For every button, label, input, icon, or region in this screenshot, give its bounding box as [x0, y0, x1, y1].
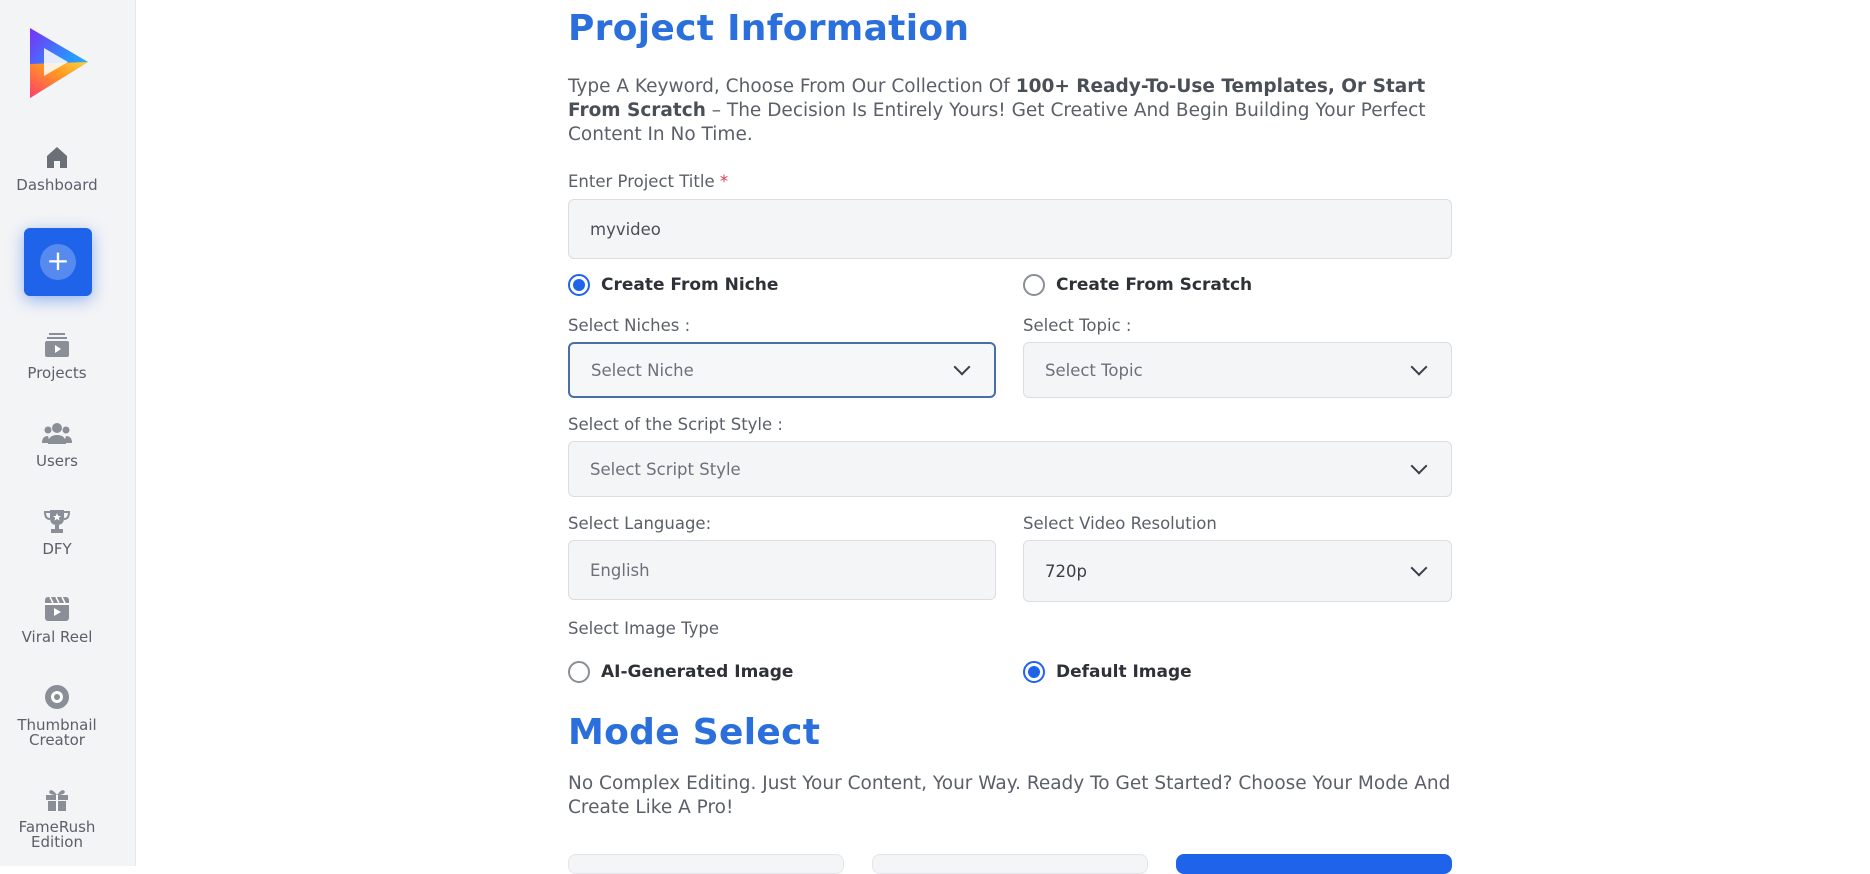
mode-card-3[interactable] — [1176, 854, 1452, 874]
sidebar-item-label: Projects — [27, 364, 87, 382]
chevron-down-icon — [953, 358, 971, 376]
thumbnail-icon — [45, 685, 69, 709]
project-title-input[interactable]: myvideo — [568, 199, 1452, 259]
sidebar-item-users[interactable]: Users — [0, 418, 114, 469]
sidebar-item-viral-reel[interactable]: Viral Reel — [0, 594, 114, 645]
select-script-style-value: Select Script Style — [590, 459, 741, 479]
sidebar-item-label: Dashboard — [16, 176, 98, 194]
radio-selected-indicator — [568, 274, 590, 296]
video-resolution-dropdown[interactable]: 720p — [1023, 540, 1452, 602]
sidebar-item-label: DFY — [42, 540, 72, 558]
select-topic-label: Select Topic : — [1023, 316, 1132, 335]
sidebar-item-label: Users — [35, 452, 78, 470]
gift-icon — [46, 790, 68, 811]
create-from-scratch-label: Create From Scratch — [1056, 275, 1253, 295]
select-niche-value: Select Niche — [591, 360, 694, 380]
required-mark: * — [719, 172, 729, 191]
mode-card-1[interactable] — [568, 854, 844, 874]
projects-icon — [45, 333, 69, 357]
ai-generated-image-label: AI-Generated Image — [601, 662, 794, 682]
app-logo[interactable] — [22, 24, 94, 102]
sidebar-item-projects[interactable]: Projects — [0, 330, 114, 381]
sidebar-item-label: Viral Reel — [21, 628, 93, 646]
project-information-heading: Project Information — [568, 8, 970, 49]
select-script-style-dropdown[interactable]: Select Script Style — [568, 441, 1452, 497]
users-icon — [42, 423, 72, 444]
select-topic-value: Select Topic — [1045, 360, 1143, 380]
trophy-icon — [43, 510, 71, 533]
select-language-label: Select Language: — [568, 514, 712, 533]
create-project-button[interactable]: + — [24, 228, 92, 296]
create-from-niche-label: Create From Niche — [601, 275, 779, 295]
sidebar-item-dfy[interactable]: DFY — [0, 506, 114, 557]
home-icon — [47, 147, 67, 168]
script-style-label: Select of the Script Style : — [568, 415, 783, 434]
default-image-label: Default Image — [1056, 662, 1192, 682]
chevron-down-icon — [1410, 358, 1428, 376]
mode-card-2[interactable] — [872, 854, 1148, 874]
sidebar-item-famerush-edition[interactable]: FameRush Edition — [0, 784, 114, 850]
radio-unselected-indicator — [1023, 274, 1045, 296]
radio-selected-indicator — [1023, 661, 1045, 683]
language-value: English — [590, 560, 650, 580]
chevron-down-icon — [1410, 559, 1428, 577]
create-from-niche-radio[interactable]: Create From Niche — [568, 274, 778, 296]
mode-select-description: No Complex Editing. Just Your Content, Y… — [568, 773, 1451, 818]
project-title-value: myvideo — [590, 219, 661, 239]
sidebar: Dashboard + Projects Users DFY Viral Ree… — [0, 0, 136, 866]
mode-select-heading: Mode Select — [568, 712, 821, 753]
sidebar-item-dashboard[interactable]: Dashboard — [0, 142, 114, 193]
plus-icon: + — [40, 244, 76, 280]
sidebar-item-label: FameRush Edition — [18, 818, 96, 851]
project-title-label-text: Enter Project Title — [568, 172, 715, 191]
project-information-description: Type A Keyword, Choose From Our Collecti… — [568, 75, 1452, 147]
select-image-type-label: Select Image Type — [568, 619, 719, 638]
project-title-label: Enter Project Title * — [568, 172, 728, 191]
select-niches-label: Select Niches : — [568, 316, 691, 335]
sidebar-item-label: Thumbnail Creator — [17, 716, 97, 749]
ai-generated-image-radio[interactable]: AI-Generated Image — [568, 661, 793, 683]
default-image-radio[interactable]: Default Image — [1023, 661, 1192, 683]
chevron-down-icon — [1410, 457, 1428, 475]
create-from-scratch-radio[interactable]: Create From Scratch — [1023, 274, 1252, 296]
video-resolution-value: 720p — [1045, 561, 1087, 581]
select-topic-dropdown[interactable]: Select Topic — [1023, 342, 1452, 398]
select-niche-dropdown[interactable]: Select Niche — [568, 342, 996, 398]
sidebar-item-thumbnail-creator[interactable]: Thumbnail Creator — [0, 682, 114, 748]
language-input[interactable]: English — [568, 540, 996, 600]
reel-icon — [45, 596, 69, 621]
description-text: Type A Keyword, Choose From Our Collecti… — [568, 76, 1016, 97]
radio-unselected-indicator — [568, 661, 590, 683]
select-video-resolution-label: Select Video Resolution — [1023, 514, 1217, 533]
